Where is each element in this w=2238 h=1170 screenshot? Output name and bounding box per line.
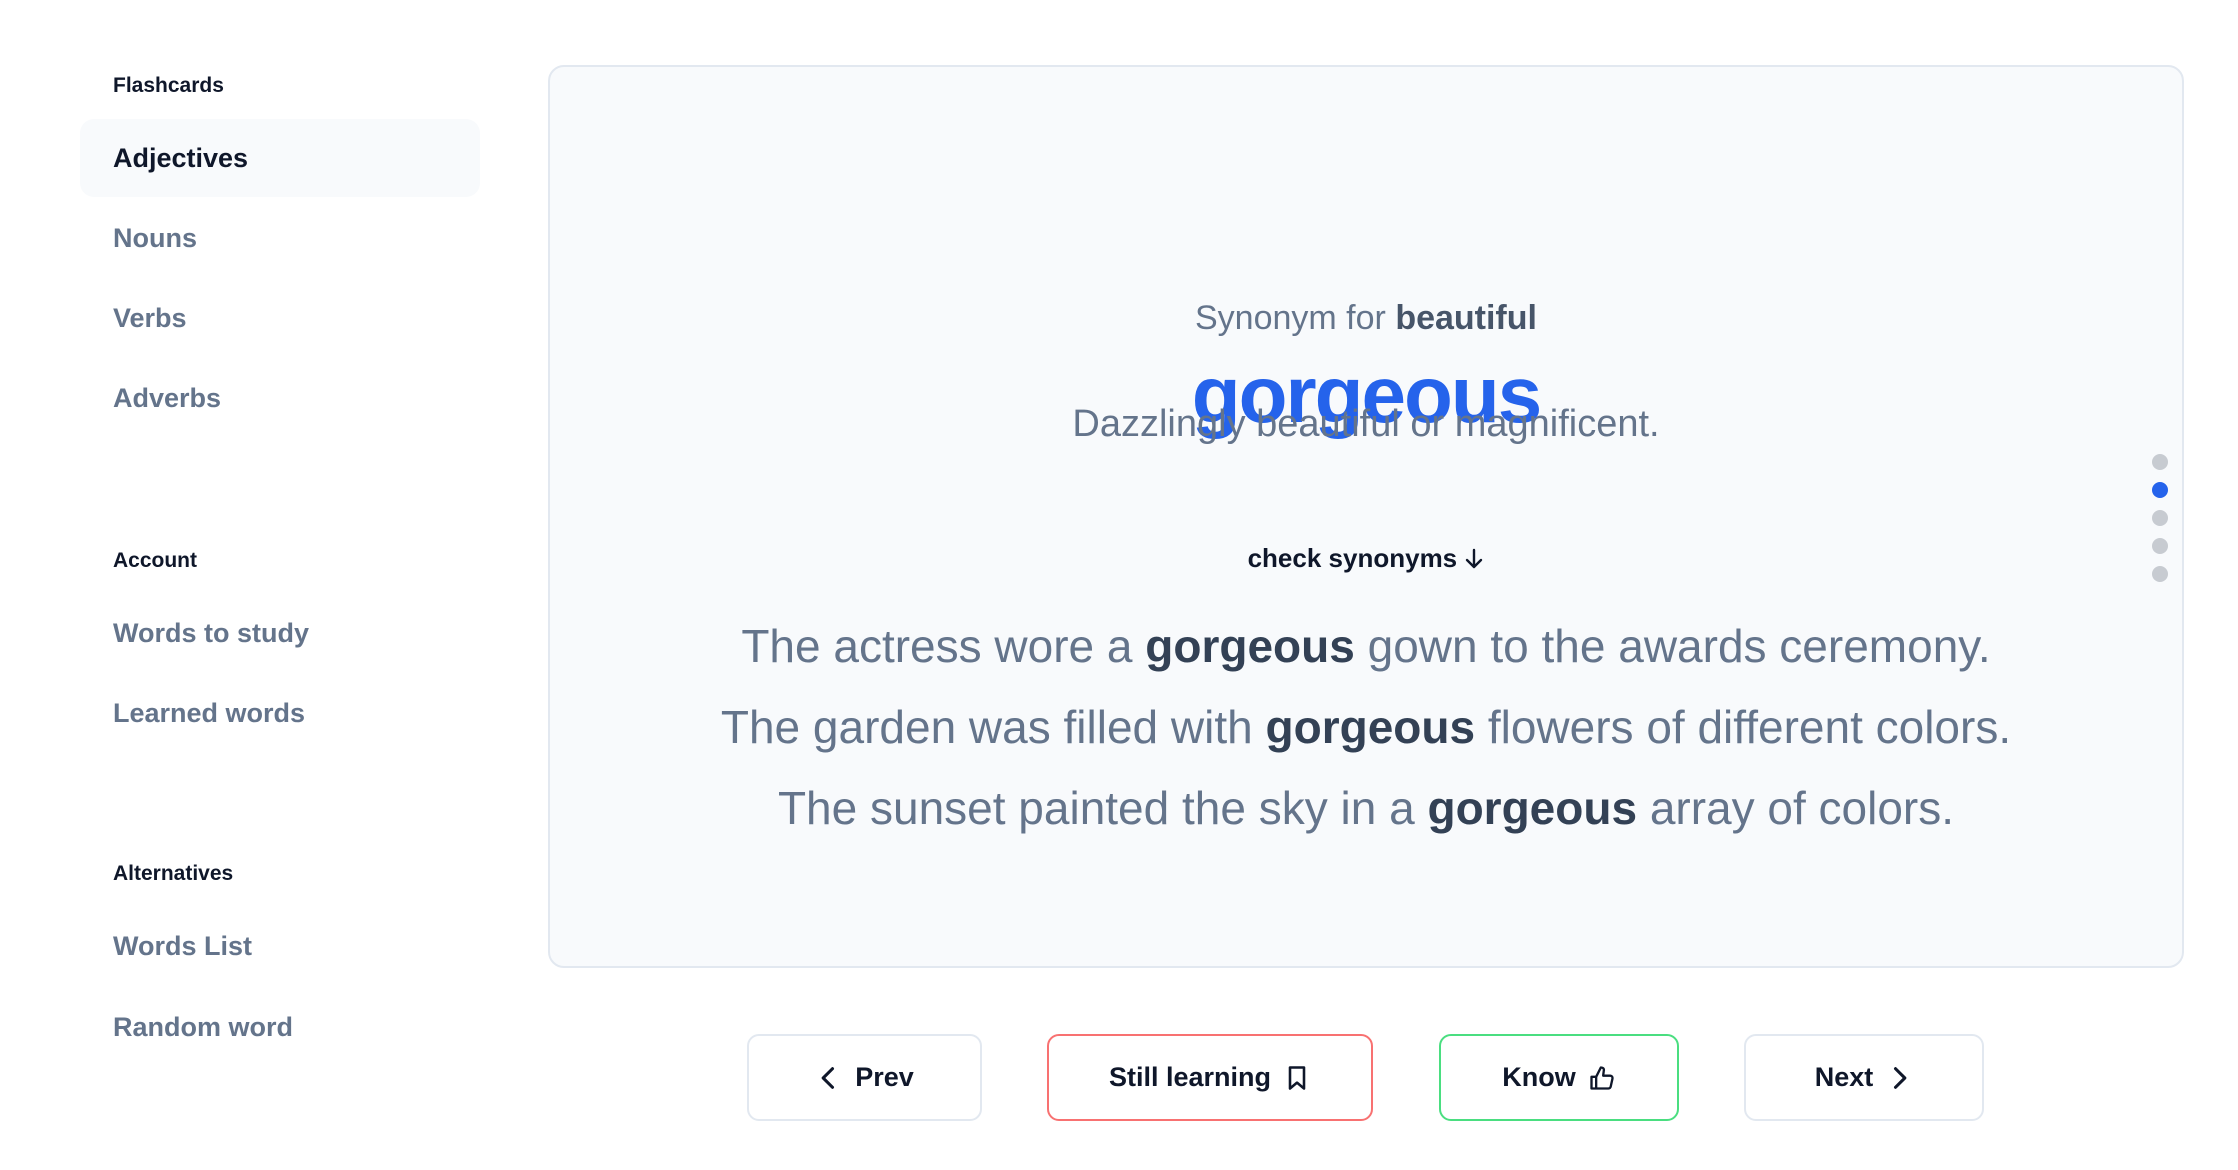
bookmark-icon xyxy=(1288,1065,1306,1090)
pagination-dot[interactable] xyxy=(2152,454,2168,470)
pagination-dot-active[interactable] xyxy=(2152,482,2168,498)
know-button[interactable]: Know xyxy=(1439,1034,1679,1121)
check-synonyms-link[interactable]: check synonyms xyxy=(550,543,2182,574)
example-sentence: The garden was filled with gorgeous flow… xyxy=(720,701,2012,753)
pagination-dot[interactable] xyxy=(2152,510,2168,526)
sidebar-item-random-word[interactable]: Random word xyxy=(80,988,480,1066)
still-learning-button[interactable]: Still learning xyxy=(1047,1034,1373,1121)
check-synonyms-label: check synonyms xyxy=(1247,543,1458,573)
example-sentence: The actress wore a gorgeous gown to the … xyxy=(741,620,1991,672)
pagination-dots xyxy=(2152,454,2168,582)
sidebar-item-learned-words[interactable]: Learned words xyxy=(80,674,480,752)
sidebar-item-words-to-study[interactable]: Words to study xyxy=(80,594,480,672)
section-title-flashcards: Flashcards xyxy=(113,74,224,97)
sidebar-item-adjectives[interactable]: Adjectives xyxy=(80,119,480,197)
synonym-prompt: Synonym for beautiful xyxy=(550,299,2182,338)
sidebar-item-nouns[interactable]: Nouns xyxy=(80,199,480,277)
thumbs-up-icon xyxy=(1590,1065,1614,1090)
definition: Dazzlingly beautiful or magnificent. xyxy=(1072,403,1660,445)
prev-button[interactable]: Prev xyxy=(747,1034,982,1121)
example-sentence: The sunset painted the sky in a gorgeous… xyxy=(777,782,1955,834)
sidebar-item-verbs[interactable]: Verbs xyxy=(80,279,480,357)
prompt-word: beautiful xyxy=(1395,299,1537,337)
chevron-left-icon xyxy=(821,1066,835,1089)
chevron-right-icon xyxy=(1894,1066,1907,1089)
sidebar-item-adverbs[interactable]: Adverbs xyxy=(80,359,480,437)
pagination-dot[interactable] xyxy=(2152,538,2168,554)
pagination-dot[interactable] xyxy=(2152,566,2168,582)
sidebar-item-words-list[interactable]: Words List xyxy=(80,907,480,985)
flashcard: Synonym for beautiful gorgeous Dazzlingl… xyxy=(548,65,2184,968)
still-learning-label: Still learning xyxy=(1108,1062,1272,1092)
prompt-prefix: Synonym for xyxy=(1195,299,1386,337)
next-label: Next xyxy=(1814,1062,1874,1092)
next-button[interactable]: Next xyxy=(1744,1034,1984,1121)
prev-label: Prev xyxy=(855,1062,914,1092)
know-label: Know xyxy=(1502,1062,1576,1092)
section-title-account: Account xyxy=(113,549,197,572)
arrow-down-icon xyxy=(1466,548,1483,569)
section-title-alternatives: Alternatives xyxy=(113,862,234,885)
